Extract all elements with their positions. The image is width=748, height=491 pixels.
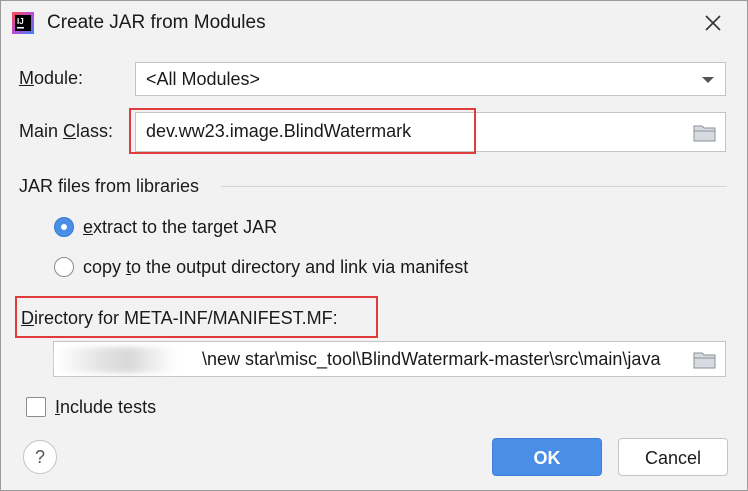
section-divider (221, 186, 727, 187)
radio-extract[interactable] (54, 217, 74, 237)
manifest-directory-label: Directory for META-INF/MANIFEST.MF: (21, 308, 338, 328)
include-tests-label[interactable]: Include tests (55, 397, 156, 418)
ok-button[interactable]: OK (492, 438, 602, 476)
folder-icon[interactable] (693, 123, 717, 143)
radio-copy[interactable] (54, 257, 74, 277)
intellij-icon: IJ (12, 12, 34, 34)
help-button[interactable]: ? (23, 440, 57, 474)
include-tests-checkbox[interactable] (26, 397, 46, 417)
module-select[interactable]: <All Modules> (135, 62, 726, 96)
window-title: Create JAR from Modules (47, 12, 266, 33)
close-icon[interactable] (699, 9, 727, 37)
chevron-down-icon (702, 77, 714, 83)
svg-text:IJ: IJ (17, 17, 24, 26)
cancel-button[interactable]: Cancel (618, 438, 728, 476)
jar-section-title: JAR files from libraries (19, 176, 200, 196)
manifest-directory-value: \new star\misc_tool\BlindWatermark-maste… (202, 349, 661, 369)
main-class-label: Main Class: (19, 121, 114, 141)
radio-copy-label[interactable]: copy to the output directory and link vi… (83, 257, 468, 278)
radio-extract-label[interactable]: extract to the target JAR (83, 217, 277, 238)
redacted-path-prefix (56, 347, 176, 373)
module-select-value: <All Modules> (146, 69, 261, 89)
main-class-value: dev.ww23.image.BlindWatermark (146, 121, 412, 141)
main-class-input[interactable]: dev.ww23.image.BlindWatermark (135, 112, 726, 152)
create-jar-dialog: IJ Create JAR from Modules Module: <All … (0, 0, 748, 491)
folder-icon[interactable] (693, 350, 717, 370)
title-bar: IJ Create JAR from Modules (1, 1, 747, 47)
module-label: Module: (19, 68, 84, 88)
